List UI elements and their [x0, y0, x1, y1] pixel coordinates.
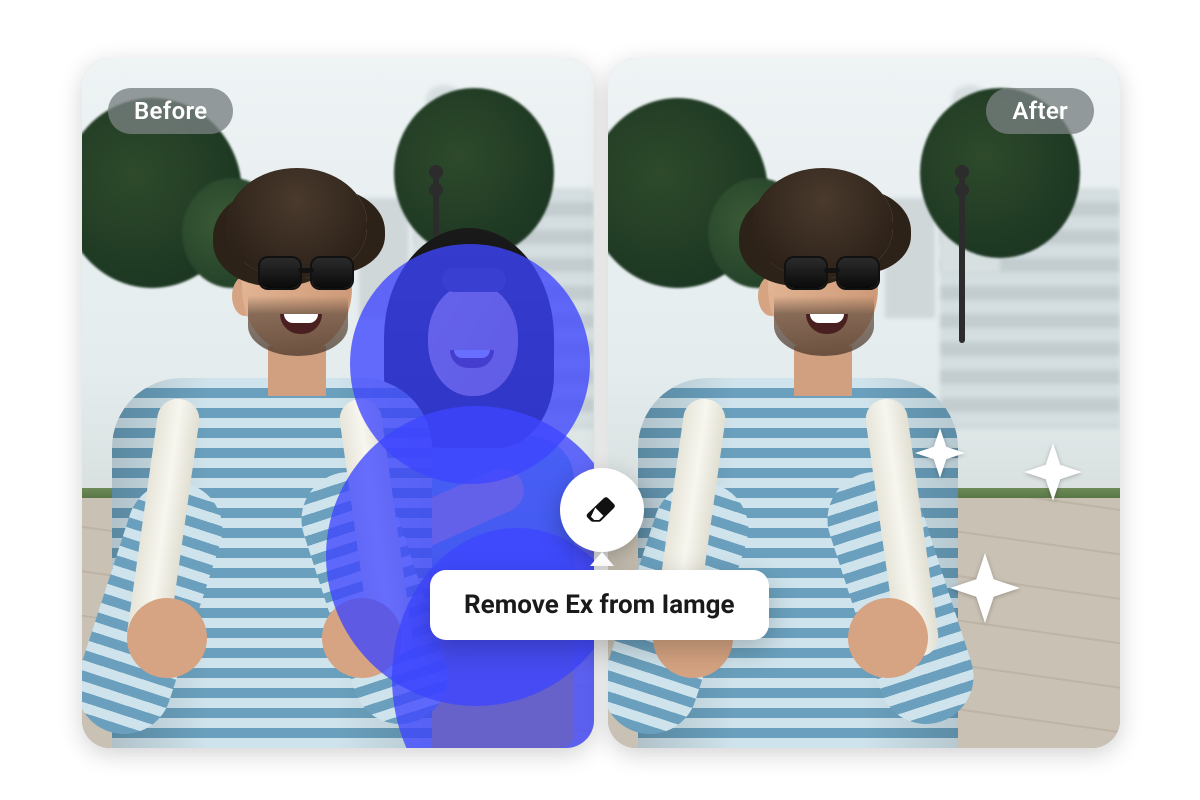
eraser-icon: [585, 493, 619, 527]
before-after-compare: Before: [0, 0, 1200, 800]
sparkle-icon: [1024, 443, 1082, 501]
main-subject: [608, 168, 958, 748]
before-badge: Before: [108, 88, 233, 134]
after-badge: After: [986, 88, 1094, 134]
lamp-post: [959, 173, 965, 343]
sparkle-icon: [950, 553, 1020, 623]
erase-tool-button[interactable]: [560, 468, 644, 552]
main-subject: [82, 168, 432, 748]
before-panel: Before: [82, 58, 594, 748]
tool-tooltip: Remove Ex from Iamge: [430, 570, 769, 640]
sparkle-icon: [915, 428, 965, 478]
after-panel: After: [608, 58, 1120, 748]
